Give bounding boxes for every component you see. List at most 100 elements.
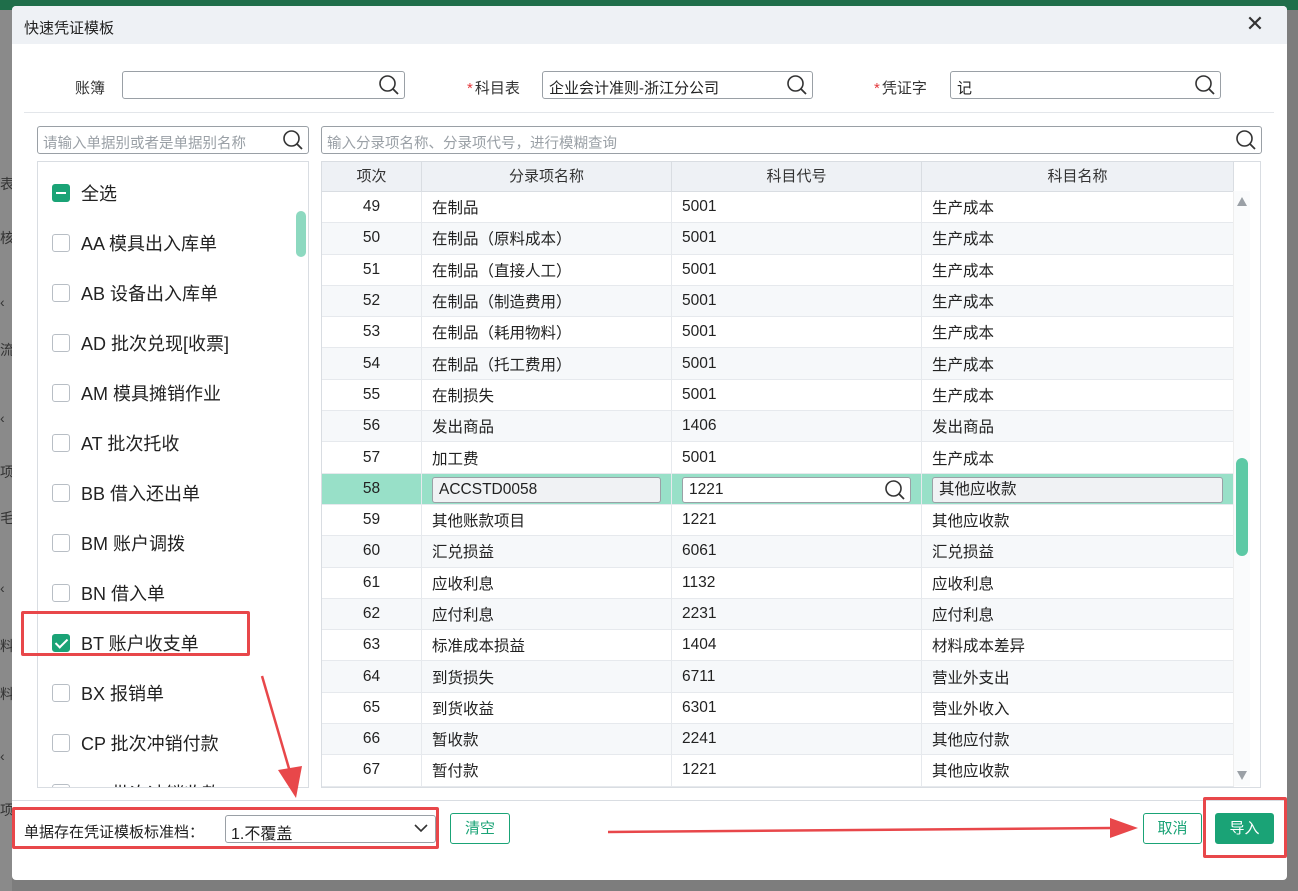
table-cell: 生产成本	[922, 192, 1234, 223]
account-book-field[interactable]	[122, 71, 405, 99]
column-header[interactable]: 科目名称	[922, 162, 1234, 192]
table-body: 49 在制品 5001 生产成本 50 在制品（原料成本） 5001 生产成本 51 在制品（直接…	[322, 192, 1234, 787]
subject-table-label: * 科目表	[467, 80, 520, 97]
search-icon[interactable]	[282, 129, 304, 151]
bill-list-item[interactable]: AA 模具出入库单	[52, 231, 217, 255]
table-row[interactable]: 52 在制品（制造费用） 5001 生产成本	[322, 285, 1234, 318]
table-cell: 到货损失	[422, 661, 672, 692]
column-header[interactable]: 项次	[322, 162, 422, 192]
clear-button[interactable]: 清空	[450, 813, 510, 844]
table-cell: 2241	[672, 724, 922, 755]
bill-list-item[interactable]: AM 模具摊销作业	[52, 381, 221, 405]
bill-search-input[interactable]: 请输入单据别或者是单据别名称	[37, 126, 309, 154]
bill-list-item[interactable]: BN 借入单	[52, 581, 165, 605]
background-menu-fragment: 项	[0, 464, 12, 480]
table-cell: 生产成本	[922, 223, 1234, 254]
table-scrollbar-thumb[interactable]	[1236, 458, 1248, 556]
bill-list-item-label: BM 账户调拨	[81, 534, 186, 554]
search-icon[interactable]	[884, 479, 906, 501]
table-cell: 6061	[672, 536, 922, 567]
table-cell: 在制品	[422, 192, 672, 223]
table-row[interactable]: 62 应付利息 2231 应付利息	[322, 598, 1234, 631]
table-cell: 57	[322, 442, 422, 473]
search-icon[interactable]	[378, 74, 400, 96]
table-row[interactable]: 64 到货损失 6711 营业外支出	[322, 661, 1234, 693]
annotation-highlight-overwrite	[12, 807, 439, 849]
table-row[interactable]: 53 在制品（耗用物料） 5001 生产成本	[322, 317, 1234, 349]
subject-name-input[interactable]: 其他应收款	[932, 476, 1223, 503]
table-cell: 在制品（耗用物料）	[422, 317, 672, 348]
table-row[interactable]: 54 在制品（托工费用） 5001 生产成本	[322, 348, 1234, 380]
entry-search-input[interactable]: 输入分录项名称、分录项代号，进行模糊查询	[321, 126, 1262, 154]
column-header[interactable]: 分录项名称	[422, 162, 672, 192]
bill-list-item[interactable]: BB 借入还出单	[52, 481, 200, 505]
account-book-label: 账簿	[75, 80, 106, 97]
background-menu-fragment: 流	[0, 342, 12, 358]
table-cell: 6711	[672, 661, 922, 692]
table-row[interactable]: 58 ACCSTD0058 1221 其他应收款	[322, 473, 1234, 505]
column-header[interactable]: 科目代号	[672, 162, 922, 192]
table-row[interactable]: 66 暂收款 2241 其他应付款	[322, 724, 1234, 756]
checkbox[interactable]	[52, 684, 70, 702]
table-row[interactable]: 61 应收利息 1132 应收利息	[322, 567, 1234, 599]
checkbox[interactable]	[52, 434, 70, 452]
table-cell: 5001	[672, 192, 922, 223]
table-row[interactable]: 49 在制品 5001 生产成本	[322, 192, 1234, 224]
subject-code-input[interactable]: 1221	[682, 476, 911, 503]
table-cell: 64	[322, 661, 422, 692]
table-scrollbar[interactable]	[1233, 191, 1250, 786]
checkbox[interactable]	[52, 584, 70, 602]
cancel-button[interactable]: 取消	[1143, 813, 1202, 844]
checkbox[interactable]	[52, 484, 70, 502]
bill-list-item[interactable]: AD 批次兑现[收票]	[52, 331, 229, 355]
background-menu-fragment: ‹	[0, 294, 5, 310]
bill-list-item-label: AD 批次兑现[收票]	[81, 334, 230, 354]
bill-list-item[interactable]: CR 批次冲销收款	[52, 781, 220, 787]
checkbox[interactable]	[52, 534, 70, 552]
background-menu-fragment: 料	[0, 686, 12, 702]
table-cell: 1221	[672, 504, 922, 536]
close-icon[interactable]: ✕	[1244, 12, 1266, 36]
checkbox[interactable]	[52, 234, 70, 252]
checkbox[interactable]	[52, 734, 70, 752]
checkbox[interactable]	[52, 284, 70, 302]
table-cell: 51	[322, 254, 422, 285]
bill-list-item[interactable]: BM 账户调拨	[52, 531, 185, 555]
search-icon[interactable]	[1235, 129, 1257, 151]
checkbox[interactable]	[52, 784, 70, 787]
table-cell: 65	[322, 692, 422, 724]
table-cell: 其他应收款	[922, 755, 1234, 786]
checkbox[interactable]	[52, 384, 70, 402]
bill-list-item[interactable]: AB 设备出入库单	[52, 281, 218, 305]
bill-list-item[interactable]: CP 批次冲销付款	[52, 731, 219, 755]
table-row[interactable]: 60 汇兑损益 6061 汇兑损益	[322, 536, 1234, 568]
table-row[interactable]: 51 在制品（直接人工） 5001 生产成本	[322, 254, 1234, 286]
search-icon[interactable]	[1194, 74, 1216, 96]
scroll-up-icon[interactable]	[1237, 197, 1247, 206]
bill-list-scrollbar[interactable]	[296, 211, 306, 257]
table-row[interactable]: 59 其他账款项目 1221 其他应收款	[322, 504, 1234, 537]
bill-list-item[interactable]: AT 批次托收	[52, 431, 179, 455]
table-row[interactable]: 67 暂付款 1221 其他应收款	[322, 755, 1234, 787]
voucher-type-field[interactable]: 记	[950, 71, 1221, 99]
entry-name-input[interactable]: ACCSTD0058	[432, 476, 661, 503]
bill-type-list: 全选 AA 模具出入库单 AB 设备出入库单 AD 批次兑现[收票] AM 模具摊销作业…	[37, 161, 309, 788]
table-cell: 其他应收款	[922, 473, 1234, 504]
table-row[interactable]: 63 标准成本损益 1404 材料成本差异	[322, 630, 1234, 662]
table-row[interactable]: 55 在制损失 5001 生产成本	[322, 379, 1234, 412]
table-row[interactable]: 56 发出商品 1406 发出商品	[322, 411, 1234, 443]
select-all-item[interactable]: 全选	[52, 181, 117, 205]
table-cell: 6301	[672, 692, 922, 724]
checkbox[interactable]	[52, 184, 70, 202]
subject-table-field[interactable]: 企业会计准则-浙江分公司	[542, 71, 813, 99]
background-menu-fragment: 表	[0, 176, 12, 192]
table-cell: 5001	[672, 285, 922, 317]
checkbox[interactable]	[52, 334, 70, 352]
bill-list-item[interactable]: BX 报销单	[52, 681, 164, 705]
search-icon[interactable]	[786, 74, 808, 96]
table-row[interactable]: 50 在制品（原料成本） 5001 生产成本	[322, 223, 1234, 255]
table-row[interactable]: 65 到货收益 6301 营业外收入	[322, 692, 1234, 725]
table-row[interactable]: 57 加工费 5001 生产成本	[322, 442, 1234, 474]
dialog-header: 快速凭证模板 ✕	[12, 6, 1287, 44]
scroll-down-icon[interactable]	[1237, 771, 1247, 780]
